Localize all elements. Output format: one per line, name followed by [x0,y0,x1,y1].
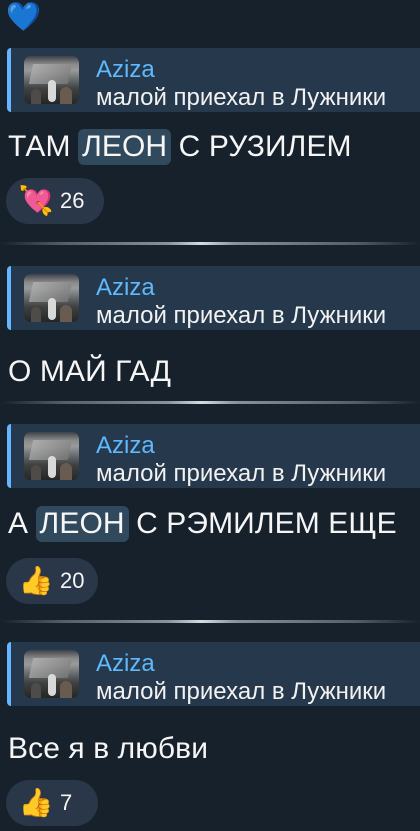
message-text: ТАМ ЛЕОН С РУЗИЛЕМ [8,129,352,165]
chat-screen: 💙 Aziza малой приехал в Лужники ТАМ ЛЕОН… [0,0,420,831]
reply-snippet: малой приехал в Лужники [96,302,387,329]
message-text-suffix: С РУЗИЛЕМ [170,130,352,163]
thumbs-up-icon: 👍 [18,565,54,596]
blue-heart-icon: 💙 [6,1,41,32]
message-text: О МАЙ ГАД [8,355,172,388]
reaction-count: 26 [60,188,85,213]
message-text: Все я в любви [8,732,209,765]
reply-thumbnail [24,56,79,104]
reply-preview[interactable]: Aziza малой приехал в Лужники [7,424,420,488]
message-text-prefix: ТАМ [8,130,80,163]
reaction-count: 20 [60,568,85,593]
message-text: А ЛЕОН С РЭМИЛЕМ ЕЩЕ [8,506,397,542]
message-divider [0,620,420,623]
reply-preview[interactable]: Aziza малой приехал в Лужники [7,266,420,330]
reply-author: Aziza [96,274,155,301]
message-divider [0,242,420,245]
message-text-prefix: А [8,507,37,540]
reaction-badge[interactable]: 👍 20 [6,558,98,604]
reply-snippet: малой приехал в Лужники [96,84,387,111]
reply-author: Aziza [96,432,155,459]
reaction-badge[interactable]: 👍 7 [6,780,98,826]
highlighted-word: ЛЕОН [35,506,129,542]
reply-snippet: малой приехал в Лужники [96,460,387,487]
message-divider [0,401,420,404]
reply-author: Aziza [96,650,155,677]
reply-preview[interactable]: Aziza малой приехал в Лужники [7,642,420,706]
highlighted-word: ЛЕОН [78,129,172,165]
reply-thumbnail [24,432,79,480]
heart-with-ribbon-icon: 💘 [18,185,54,216]
reply-thumbnail [24,274,79,322]
reply-author: Aziza [96,56,155,83]
reply-preview[interactable]: Aziza малой приехал в Лужники [7,48,420,112]
thumbs-up-icon: 👍 [18,787,54,818]
reply-thumbnail [24,650,79,698]
reaction-badge[interactable]: 💘 26 [6,178,104,224]
reaction-count: 7 [60,790,73,815]
message-text-suffix: С РЭМИЛЕМ ЕЩЕ [127,507,397,540]
reply-snippet: малой приехал в Лужники [96,678,387,705]
